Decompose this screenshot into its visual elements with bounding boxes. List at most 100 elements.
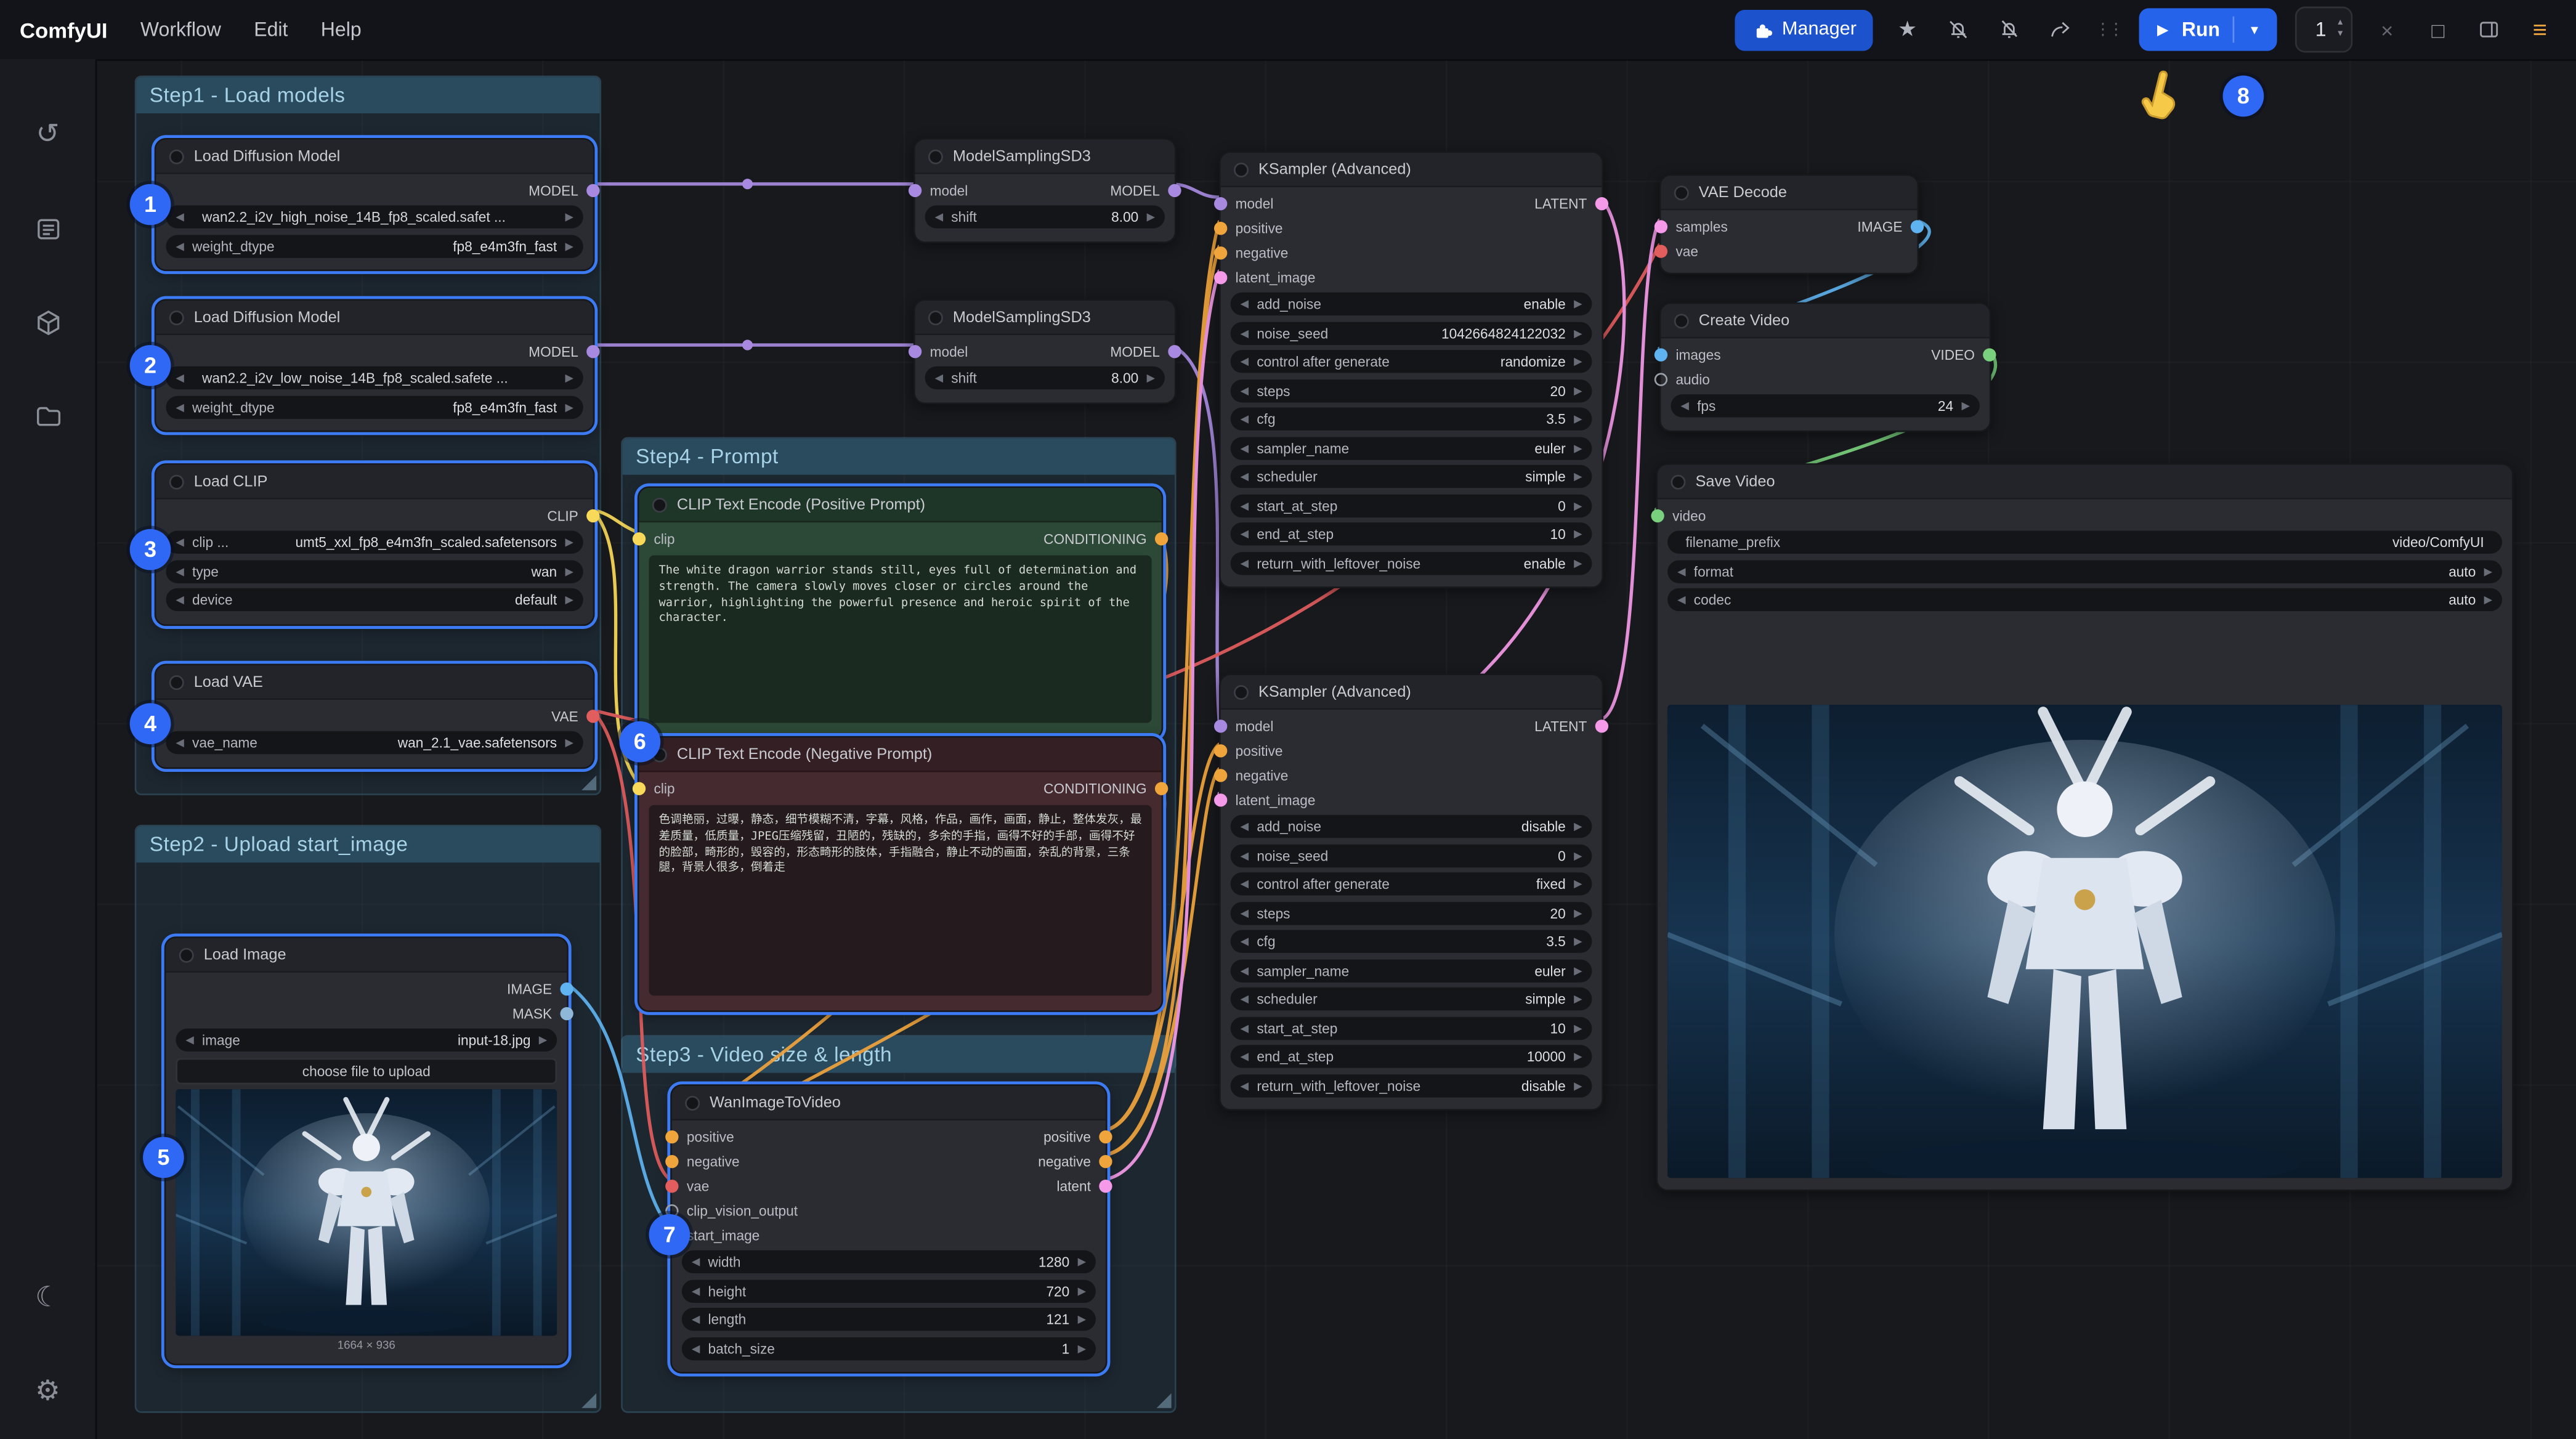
combo-right-arrow-icon[interactable]: ▶ xyxy=(1147,210,1155,224)
combo-left-arrow-icon[interactable]: ◀ xyxy=(692,1284,700,1297)
output-port-LATENT[interactable]: LATENT xyxy=(1534,713,1609,738)
combo-right-arrow-icon[interactable]: ▶ xyxy=(1078,1342,1086,1355)
output-port-dot[interactable] xyxy=(586,183,600,197)
widget-image[interactable]: ◀ image input-18.jpg ▶ xyxy=(176,1028,557,1052)
widget-weight_dtype[interactable]: ◀ weight_dtype fp8_e4m3fn_fast ▶ xyxy=(166,395,583,418)
output-port-negative[interactable]: negative xyxy=(1038,1148,1112,1173)
output-port-dot[interactable] xyxy=(1910,219,1924,233)
input-port-dot[interactable] xyxy=(665,1154,679,1167)
group-header[interactable]: Step2 - Upload start_image xyxy=(136,826,600,863)
workflows-folder-icon[interactable] xyxy=(0,386,95,445)
widget-return_with_leftover_noise[interactable]: ◀ return_with_leftover_noise enable ▶ xyxy=(1230,551,1592,575)
node-status-dot[interactable] xyxy=(928,148,943,164)
combo-right-arrow-icon[interactable]: ▶ xyxy=(1574,935,1582,948)
combo-left-arrow-icon[interactable]: ◀ xyxy=(935,210,943,224)
node-ksampler-advanced-high[interactable]: KSampler (Advanced) model LATENT positive ne… xyxy=(1213,151,1609,588)
widget-vae_name[interactable]: ◀ vae_name wan_2.1_vae.safetensors ▶ xyxy=(166,731,583,755)
combo-left-arrow-icon[interactable]: ◀ xyxy=(1677,564,1685,578)
widget-start_at_step[interactable]: ◀ start_at_step 0 ▶ xyxy=(1230,493,1592,517)
output-port-VIDEO[interactable]: VIDEO xyxy=(1931,342,1996,367)
node-title-bar[interactable]: Load Image xyxy=(166,938,567,973)
input-port-dot[interactable] xyxy=(1213,718,1228,732)
node-load-diffusion-low[interactable]: Load Diffusion Model MODEL ◀ wan2.2_i2v_low… xyxy=(154,299,600,432)
group-header[interactable]: Step3 - Video size & length xyxy=(622,1036,1175,1073)
group-header[interactable]: Step1 - Load models xyxy=(136,77,600,114)
input-port-latent_image[interactable]: latent_image xyxy=(1213,787,1315,812)
output-port-MASK[interactable]: MASK xyxy=(512,1000,573,1025)
input-port-images[interactable]: images xyxy=(1654,342,1721,367)
output-port-MODEL[interactable]: MODEL xyxy=(529,177,600,202)
combo-left-arrow-icon[interactable]: ◀ xyxy=(1241,326,1249,339)
widget-return_with_leftover_noise[interactable]: ◀ return_with_leftover_noise disable ▶ xyxy=(1230,1073,1592,1097)
app-logo[interactable]: ComfyUI xyxy=(20,17,108,42)
node-title-bar[interactable]: KSampler (Advanced) xyxy=(1220,153,1602,188)
combo-left-arrow-icon[interactable]: ◀ xyxy=(176,593,184,606)
combo-left-arrow-icon[interactable]: ◀ xyxy=(185,1034,193,1047)
combo-right-arrow-icon[interactable]: ▶ xyxy=(1574,298,1582,310)
menu-edit[interactable]: Edit xyxy=(254,18,288,41)
input-port-model[interactable]: model xyxy=(908,177,968,202)
node-wan-image-to-video[interactable]: WanImageToVideo positive positive negative n… xyxy=(665,1084,1112,1374)
widget-batch_size[interactable]: ◀ batch_size 1 ▶ xyxy=(681,1336,1096,1360)
interrupt-button[interactable]: × xyxy=(2371,12,2404,48)
combo-left-arrow-icon[interactable]: ◀ xyxy=(1241,384,1249,397)
output-port-CONDITIONING[interactable]: CONDITIONING xyxy=(1043,525,1169,550)
combo-left-arrow-icon[interactable]: ◀ xyxy=(1241,355,1249,368)
wire-reroute-dot[interactable] xyxy=(742,339,753,351)
widget-cfg[interactable]: ◀ cfg 3.5 ▶ xyxy=(1230,930,1592,953)
combo-left-arrow-icon[interactable]: ◀ xyxy=(1241,527,1249,541)
input-port-latent_image[interactable]: latent_image xyxy=(1213,264,1315,289)
widget-cfg[interactable]: ◀ cfg 3.5 ▶ xyxy=(1230,407,1592,431)
combo-right-arrow-icon[interactable]: ▶ xyxy=(1574,556,1582,569)
output-port-dot[interactable] xyxy=(586,708,600,723)
combo-left-arrow-icon[interactable]: ◀ xyxy=(1241,1050,1249,1063)
input-port-dot[interactable] xyxy=(1654,219,1668,233)
widget-shift[interactable]: ◀ shift 8.00 ▶ xyxy=(925,366,1165,390)
upload-button[interactable]: choose file to upload xyxy=(176,1057,557,1084)
output-port-dot[interactable] xyxy=(1168,344,1181,358)
combo-right-arrow-icon[interactable]: ▶ xyxy=(565,400,573,413)
node-status-dot[interactable] xyxy=(1233,684,1249,699)
combo-right-arrow-icon[interactable]: ▶ xyxy=(1574,877,1582,891)
node-status-dot[interactable] xyxy=(169,309,184,325)
combo-right-arrow-icon[interactable]: ▶ xyxy=(539,1034,547,1047)
prompt-textarea[interactable]: The white dragon warrior stands still, e… xyxy=(649,555,1152,723)
output-port-CONDITIONING[interactable]: CONDITIONING xyxy=(1043,776,1169,800)
widget-scheduler[interactable]: ◀ scheduler simple ▶ xyxy=(1230,464,1592,488)
node-load-image[interactable]: Load Image IMAGE MASK ◀ image input-18.jpg ▶ ch… xyxy=(164,936,573,1366)
combo-left-arrow-icon[interactable]: ◀ xyxy=(692,1342,700,1355)
widget-sampler_name[interactable]: ◀ sampler_name euler ▶ xyxy=(1230,959,1592,982)
combo-right-arrow-icon[interactable]: ▶ xyxy=(1574,906,1582,920)
node-ksampler-advanced-low[interactable]: KSampler (Advanced) model LATENT positive ne… xyxy=(1213,673,1609,1111)
combo-left-arrow-icon[interactable]: ◀ xyxy=(176,239,184,253)
input-port-positive[interactable]: positive xyxy=(1213,738,1283,763)
combo-left-arrow-icon[interactable]: ◀ xyxy=(1241,849,1249,862)
combo-right-arrow-icon[interactable]: ▶ xyxy=(2484,593,2492,606)
node-title-bar[interactable]: Load Diffusion Model xyxy=(156,301,593,336)
widget-scheduler[interactable]: ◀ scheduler simple ▶ xyxy=(1230,987,1592,1011)
batch-count-stepper[interactable]: 1 ▴ ▾ xyxy=(2295,6,2353,53)
node-graph-canvas[interactable]: Step1 - Load models Step2 - Upload start_… xyxy=(0,0,2576,1439)
output-port-VAE[interactable]: VAE xyxy=(551,703,600,728)
widget-add_noise[interactable]: ◀ add_noise disable ▶ xyxy=(1230,814,1592,838)
wire-reroute-dot[interactable] xyxy=(742,179,753,190)
input-port-dot[interactable] xyxy=(1213,768,1228,782)
input-port-model[interactable]: model xyxy=(908,338,968,363)
input-port-clip[interactable]: clip xyxy=(632,525,675,550)
node-title-bar[interactable]: Save Video xyxy=(1658,464,2512,500)
widget-end_at_step[interactable]: ◀ end_at_step 10 ▶ xyxy=(1230,522,1592,546)
model-library-icon[interactable] xyxy=(0,293,95,352)
notification-icon[interactable] xyxy=(1942,12,1975,48)
combo-left-arrow-icon[interactable]: ◀ xyxy=(692,1255,700,1268)
widget-codec[interactable]: ◀ codec auto ▶ xyxy=(1667,588,2502,612)
combo-left-arrow-icon[interactable]: ◀ xyxy=(1241,906,1249,920)
node-title-bar[interactable]: WanImageToVideo xyxy=(671,1085,1106,1121)
stepper-arrows[interactable]: ▴ ▾ xyxy=(2338,18,2343,41)
output-port-latent[interactable]: latent xyxy=(1056,1173,1112,1198)
combo-right-arrow-icon[interactable]: ▶ xyxy=(1574,1079,1582,1092)
node-model-sampling-high[interactable]: ModelSamplingSD3 model MODEL ◀ shift 8.00 ▶ xyxy=(908,138,1181,243)
input-port-dot[interactable] xyxy=(1654,244,1668,257)
input-port-dot[interactable] xyxy=(1213,270,1228,284)
node-model-sampling-low[interactable]: ModelSamplingSD3 model MODEL ◀ shift 8.00 ▶ xyxy=(908,299,1181,403)
combo-right-arrow-icon[interactable]: ▶ xyxy=(1574,992,1582,1006)
